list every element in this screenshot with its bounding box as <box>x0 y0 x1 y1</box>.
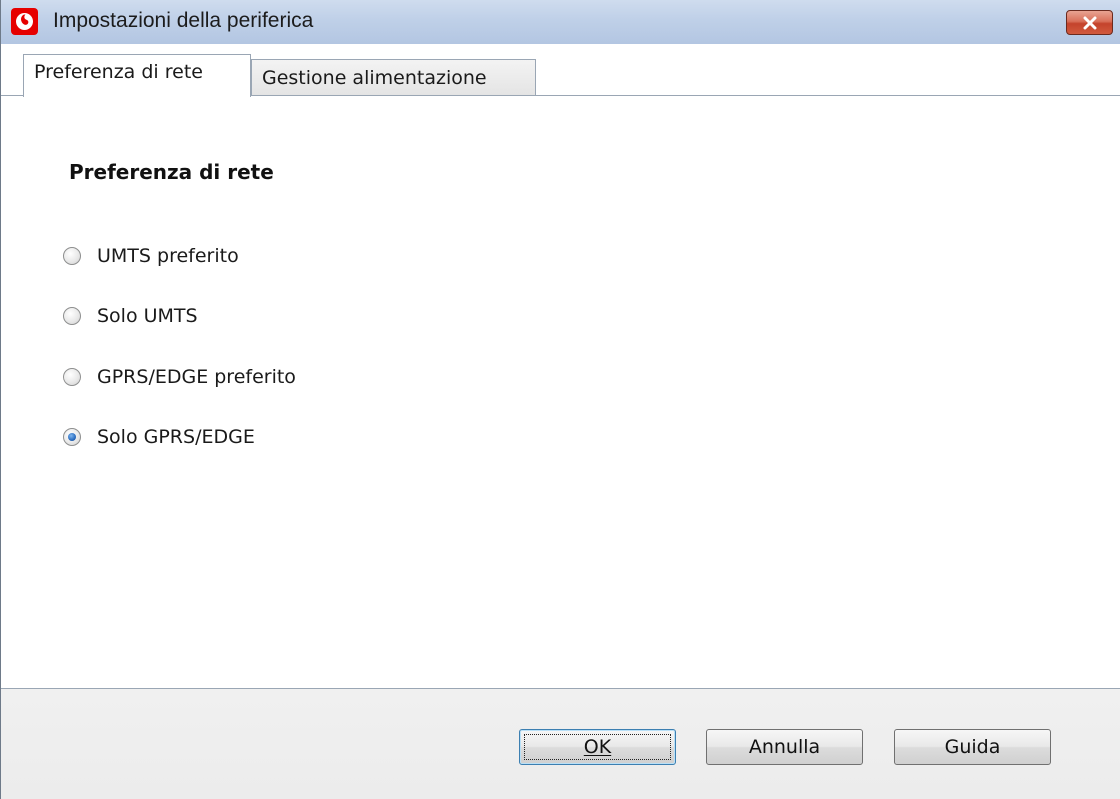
tab-label: Gestione alimentazione <box>262 67 487 89</box>
radio-button[interactable] <box>63 247 81 265</box>
radio-button-selected[interactable] <box>63 428 81 446</box>
radio-gprs-edge-only[interactable]: Solo GPRS/EDGE <box>63 422 255 452</box>
device-settings-window: Impostazioni della periferica Preferenza… <box>0 0 1120 799</box>
ok-button-label: OK <box>583 736 612 758</box>
close-icon <box>1083 16 1096 29</box>
tab-strip: Preferenza di rete Gestione alimentazion… <box>1 44 1120 97</box>
cancel-button[interactable]: Annulla <box>706 729 863 765</box>
radio-umts-only[interactable]: Solo UMTS <box>63 301 198 331</box>
network-preference-panel: Preferenza di rete UMTS preferito Solo U… <box>1 95 1120 688</box>
vodafone-logo-icon <box>11 8 38 35</box>
radio-label: GPRS/EDGE preferito <box>97 366 296 388</box>
cancel-button-label: Annulla <box>748 736 821 758</box>
section-title: Preferenza di rete <box>69 160 274 184</box>
tab-label: Preferenza di rete <box>34 61 203 83</box>
radio-gprs-edge-preferred[interactable]: GPRS/EDGE preferito <box>63 362 296 392</box>
radio-label: Solo GPRS/EDGE <box>97 426 255 448</box>
radio-button[interactable] <box>63 368 81 386</box>
radio-label: UMTS preferito <box>97 245 239 267</box>
title-bar: Impostazioni della periferica <box>1 0 1120 45</box>
dialog-footer: OK Annulla Guida <box>1 688 1120 799</box>
tab-network-preference[interactable]: Preferenza di rete <box>23 54 251 97</box>
close-button[interactable] <box>1066 10 1113 35</box>
tab-power-management[interactable]: Gestione alimentazione <box>251 59 536 96</box>
radio-label: Solo UMTS <box>97 305 198 327</box>
window-title: Impostazioni della periferica <box>53 9 314 32</box>
radio-umts-preferred[interactable]: UMTS preferito <box>63 241 239 271</box>
radio-button[interactable] <box>63 307 81 325</box>
help-button-label: Guida <box>944 736 1001 758</box>
help-button[interactable]: Guida <box>894 729 1051 765</box>
ok-button[interactable]: OK <box>519 729 676 765</box>
